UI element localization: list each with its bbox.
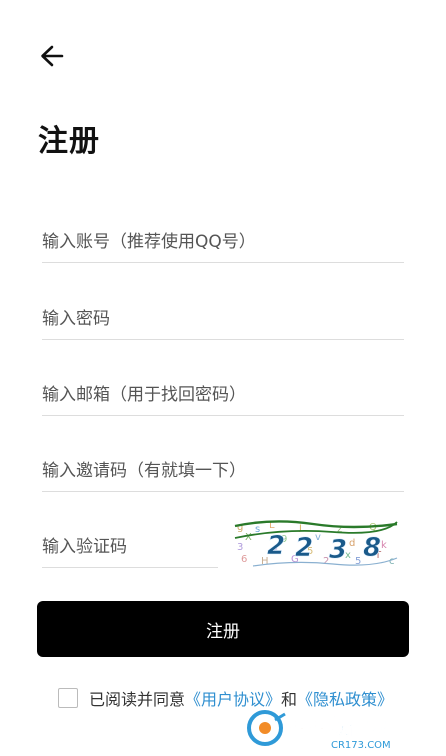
agree-checkbox[interactable] [58, 688, 78, 708]
captcha-image[interactable]: gX 36 sL 9G jv 2z d5 Qk cH r5 xT 2 2 3 8 [233, 518, 399, 568]
page-title: 注册 [38, 124, 100, 159]
email-input[interactable] [42, 375, 404, 415]
agreement-prefix: 已阅读并同意 [89, 690, 186, 709]
register-button[interactable]: 注册 [37, 601, 409, 657]
svg-text:k: k [381, 540, 387, 551]
email-field[interactable] [42, 375, 404, 416]
back-arrow-icon[interactable] [36, 40, 68, 72]
watermark-logo: 西西 软件园 CR173.COM [245, 706, 441, 752]
password-field[interactable] [42, 299, 404, 340]
password-input[interactable] [42, 299, 404, 339]
svg-text:2: 2 [295, 533, 313, 563]
svg-text:3: 3 [329, 535, 347, 565]
svg-text:2: 2 [267, 531, 285, 561]
svg-text:8: 8 [363, 533, 381, 563]
captcha-field[interactable] [42, 527, 218, 568]
svg-text:西西: 西西 [285, 715, 325, 739]
svg-text:c: c [389, 556, 395, 567]
svg-text:6: 6 [241, 554, 247, 565]
captcha-input[interactable] [42, 527, 218, 567]
svg-text:3: 3 [237, 542, 243, 553]
account-field[interactable] [42, 222, 404, 263]
invite-code-input[interactable] [42, 451, 404, 491]
svg-text:d: d [349, 538, 355, 549]
invite-code-field[interactable] [42, 451, 404, 492]
svg-text:v: v [315, 532, 321, 543]
svg-text:CR173.COM: CR173.COM [331, 740, 391, 751]
svg-text:软件园: 软件园 [329, 715, 389, 739]
svg-text:X: X [245, 532, 252, 543]
account-input[interactable] [42, 222, 404, 262]
